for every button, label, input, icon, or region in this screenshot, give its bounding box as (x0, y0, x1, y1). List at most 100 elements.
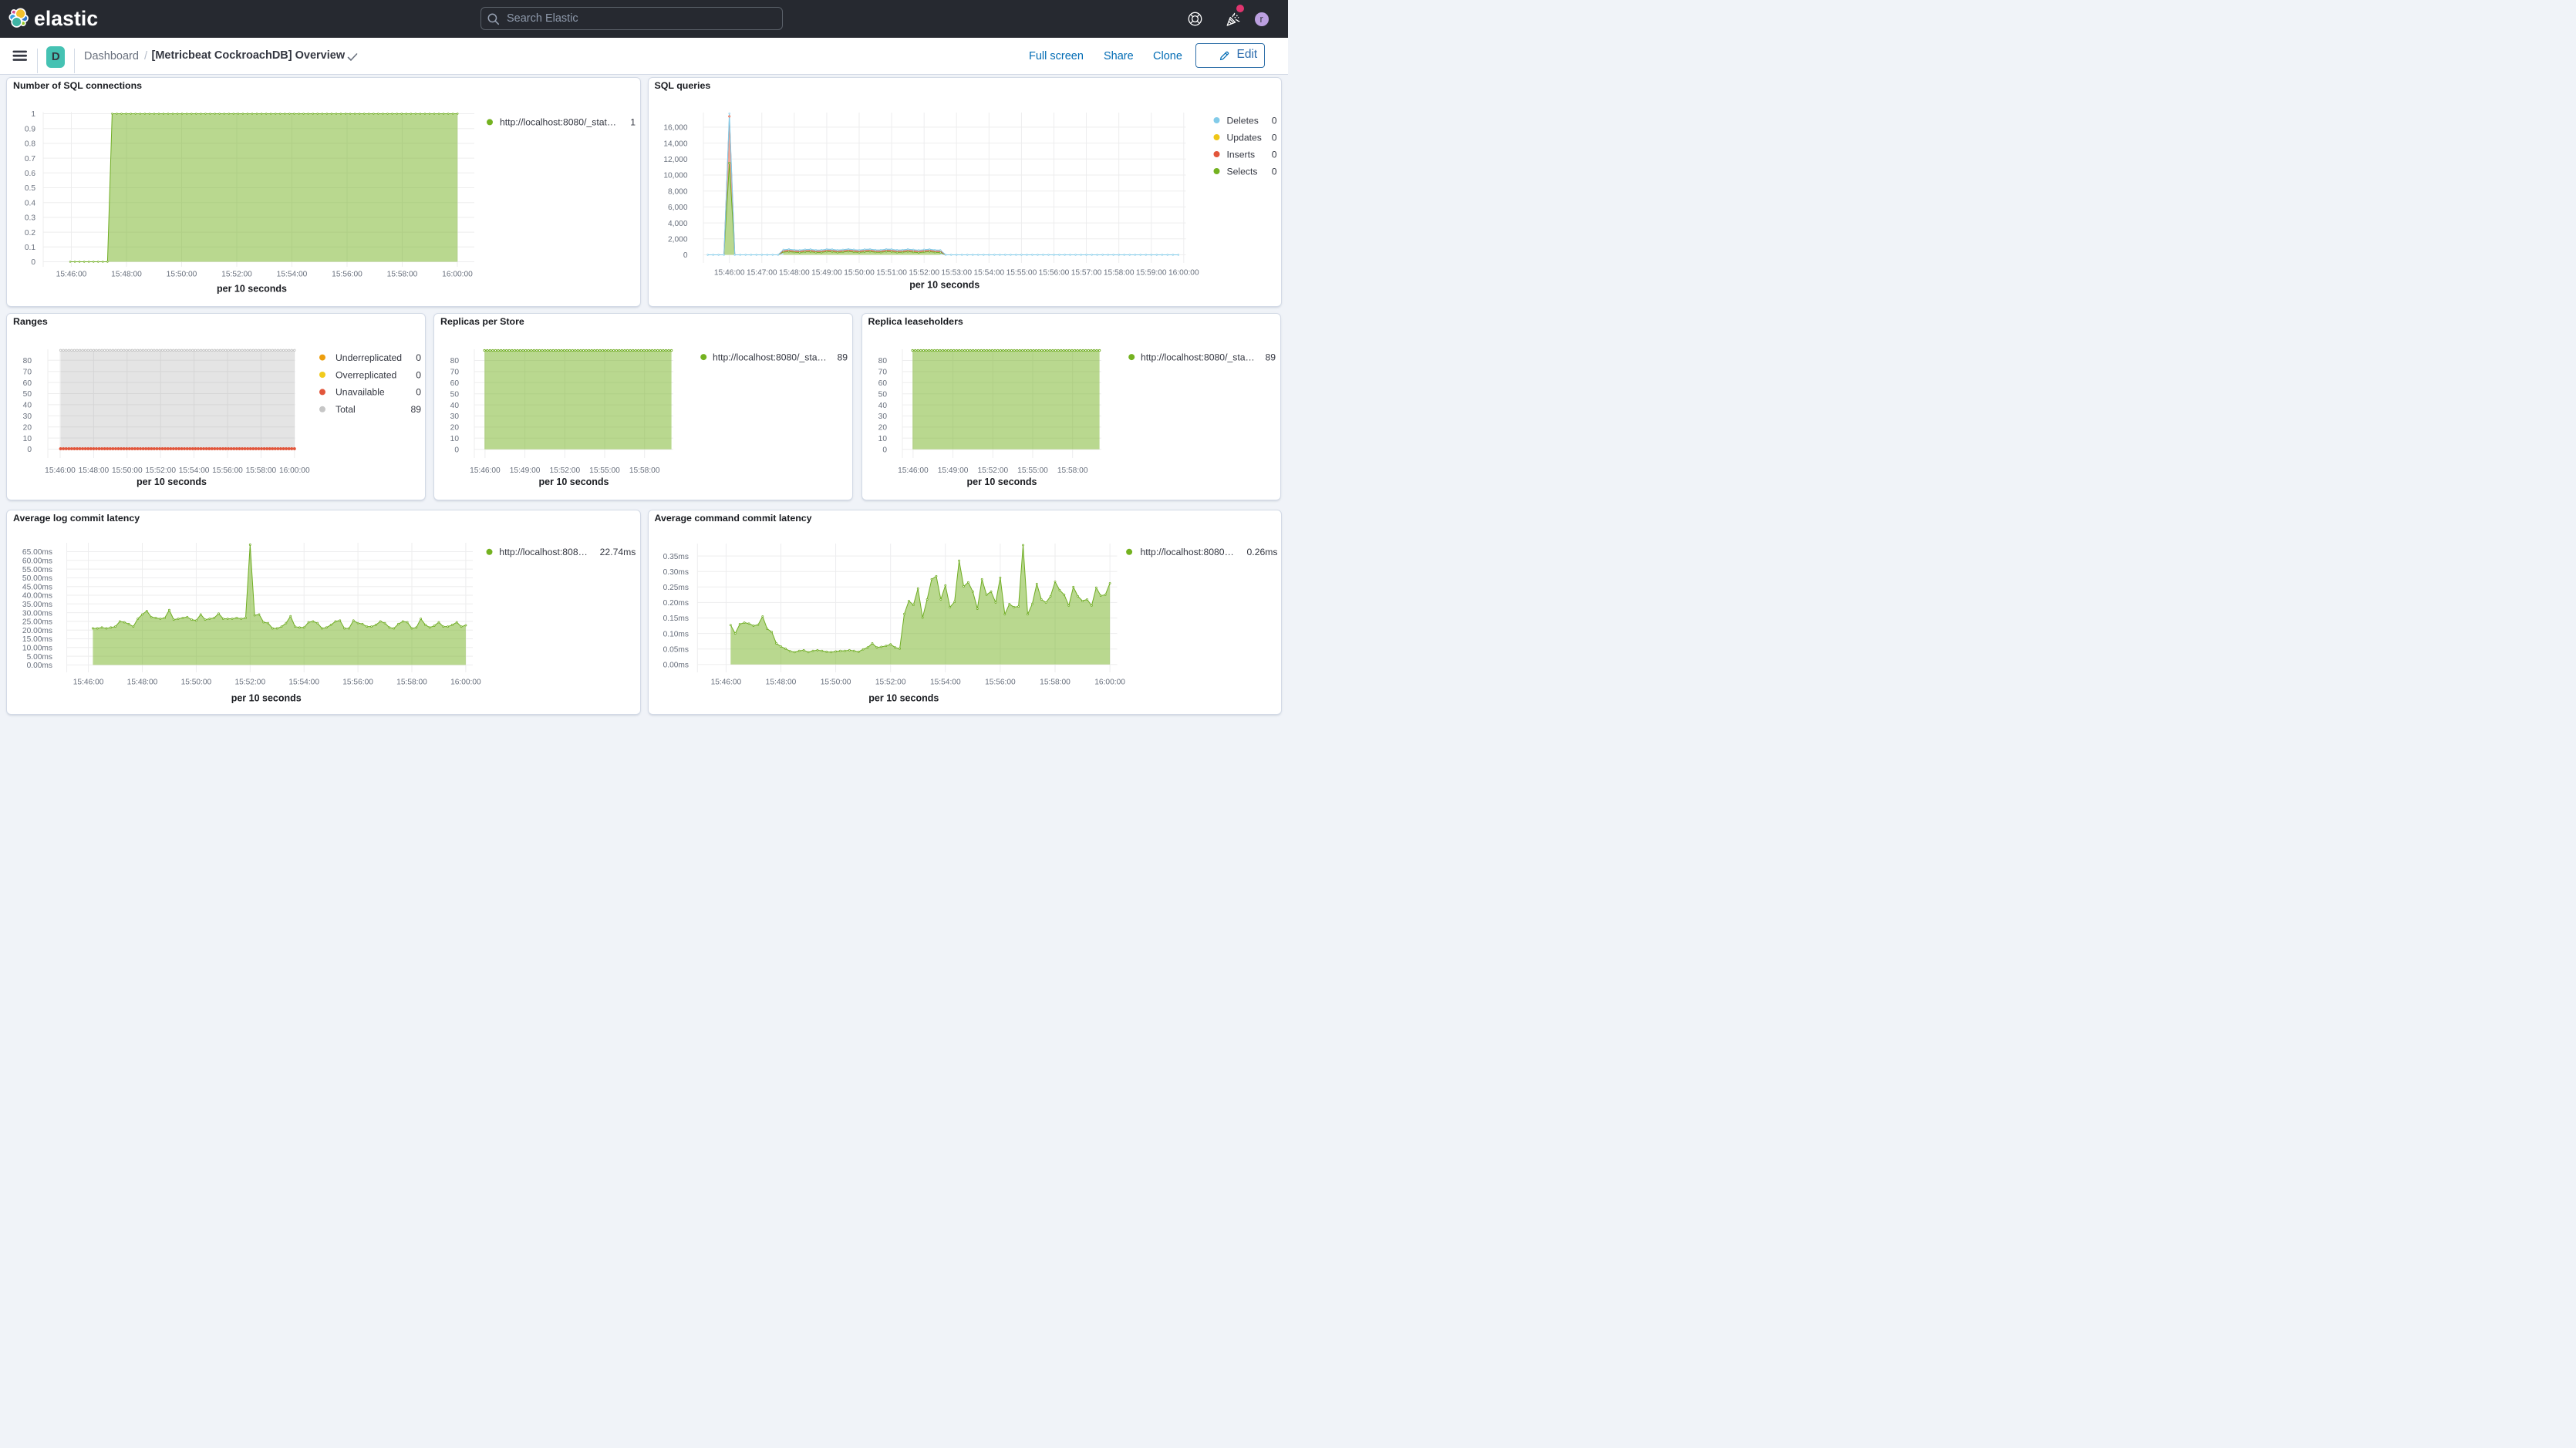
svg-text:30: 30 (23, 413, 32, 421)
svg-text:15:50:00: 15:50:00 (167, 271, 197, 279)
svg-text:15:54:00: 15:54:00 (973, 269, 1004, 278)
svg-text:Updates: Updates (1226, 132, 1261, 143)
svg-text:89: 89 (837, 352, 848, 362)
svg-text:70: 70 (878, 369, 887, 377)
svg-text:0.15ms: 0.15ms (663, 615, 688, 623)
svg-text:http://localhost:8080/_sta…: http://localhost:8080/_sta… (1141, 352, 1255, 362)
svg-text:60: 60 (23, 379, 32, 388)
svg-text:25.00ms: 25.00ms (22, 618, 52, 627)
svg-text:89: 89 (410, 404, 421, 415)
svg-text:14,000: 14,000 (663, 140, 687, 148)
svg-text:0: 0 (416, 387, 421, 398)
svg-text:89: 89 (1265, 352, 1276, 362)
svg-text:per 10 seconds: per 10 seconds (966, 476, 1037, 487)
svg-text:20: 20 (878, 424, 887, 433)
svg-text:20: 20 (23, 423, 32, 432)
svg-text:15:46:00: 15:46:00 (45, 466, 76, 475)
svg-text:0: 0 (1271, 149, 1276, 160)
svg-text:15:55:00: 15:55:00 (1006, 269, 1037, 278)
svg-text:Deletes: Deletes (1226, 115, 1258, 126)
svg-text:Selects: Selects (1226, 166, 1257, 177)
svg-text:80: 80 (878, 357, 887, 365)
svg-text:45.00ms: 45.00ms (22, 583, 52, 591)
svg-text:per 10 seconds: per 10 seconds (137, 476, 207, 487)
svg-text:0.4: 0.4 (25, 199, 35, 207)
svg-text:1: 1 (31, 110, 35, 119)
svg-text:15:54:00: 15:54:00 (288, 679, 319, 687)
svg-text:80: 80 (23, 357, 32, 365)
svg-text:http://localhost:8080…: http://localhost:8080… (1140, 547, 1233, 557)
svg-text:15:46:00: 15:46:00 (56, 271, 87, 279)
svg-text:http://localhost:808…: http://localhost:808… (499, 547, 588, 557)
svg-text:0.5: 0.5 (25, 184, 35, 193)
svg-text:per 10 seconds: per 10 seconds (909, 280, 979, 291)
svg-text:10.00ms: 10.00ms (22, 645, 52, 653)
svg-text:16:00:00: 16:00:00 (1094, 679, 1125, 687)
svg-text:0.05ms: 0.05ms (663, 645, 688, 654)
svg-text:4,000: 4,000 (668, 220, 688, 228)
svg-text:15:55:00: 15:55:00 (589, 466, 620, 475)
svg-text:70: 70 (23, 368, 32, 376)
svg-text:0: 0 (1271, 166, 1276, 177)
svg-text:15:54:00: 15:54:00 (179, 466, 210, 475)
svg-text:0.35ms: 0.35ms (663, 553, 688, 561)
svg-text:60: 60 (450, 379, 460, 388)
svg-text:0: 0 (1271, 115, 1276, 126)
svg-text:60.00ms: 60.00ms (22, 557, 52, 566)
svg-text:0.20ms: 0.20ms (663, 599, 688, 608)
svg-text:15:50:00: 15:50:00 (844, 269, 875, 278)
svg-text:15:58:00: 15:58:00 (387, 271, 418, 279)
svg-text:0: 0 (683, 251, 687, 260)
svg-text:15:51:00: 15:51:00 (876, 269, 907, 278)
svg-text:15:50:00: 15:50:00 (181, 679, 212, 687)
svg-text:per 10 seconds: per 10 seconds (217, 284, 287, 295)
svg-text:0.10ms: 0.10ms (663, 630, 688, 638)
svg-text:0.00ms: 0.00ms (663, 662, 688, 670)
svg-text:8,000: 8,000 (668, 187, 688, 196)
svg-text:60: 60 (878, 379, 887, 388)
svg-text:15:58:00: 15:58:00 (246, 466, 277, 475)
svg-text:20.00ms: 20.00ms (22, 627, 52, 635)
svg-text:15:48:00: 15:48:00 (765, 679, 796, 687)
svg-text:15:52:00: 15:52:00 (875, 679, 905, 687)
svg-text:15:49:00: 15:49:00 (510, 466, 541, 475)
svg-text:10: 10 (23, 435, 32, 443)
svg-text:0.3: 0.3 (25, 214, 35, 223)
svg-text:50: 50 (23, 390, 32, 399)
svg-text:15:54:00: 15:54:00 (277, 271, 308, 279)
svg-text:per 10 seconds: per 10 seconds (231, 693, 302, 704)
svg-text:15:49:00: 15:49:00 (937, 466, 968, 475)
svg-text:15:48:00: 15:48:00 (79, 466, 110, 475)
svg-text:0.30ms: 0.30ms (663, 568, 688, 577)
svg-text:http://localhost:8080/_stat…: http://localhost:8080/_stat… (500, 117, 616, 128)
svg-text:20: 20 (450, 424, 460, 433)
svg-text:22.74ms: 22.74ms (600, 547, 636, 557)
svg-text:1: 1 (630, 117, 636, 128)
svg-text:15:58:00: 15:58:00 (396, 679, 427, 687)
svg-text:0: 0 (416, 352, 421, 363)
svg-text:15:56:00: 15:56:00 (212, 466, 243, 475)
svg-text:16:00:00: 16:00:00 (279, 466, 310, 475)
svg-text:15:52:00: 15:52:00 (549, 466, 580, 475)
svg-text:55.00ms: 55.00ms (22, 566, 52, 574)
svg-text:15:52:00: 15:52:00 (909, 269, 939, 278)
svg-text:10: 10 (878, 435, 887, 443)
svg-text:15:56:00: 15:56:00 (1038, 269, 1069, 278)
svg-text:Total: Total (335, 404, 356, 415)
svg-text:5.00ms: 5.00ms (27, 653, 52, 662)
svg-text:16:00:00: 16:00:00 (442, 271, 473, 279)
svg-text:15.00ms: 15.00ms (22, 635, 52, 644)
svg-text:50: 50 (450, 390, 460, 399)
svg-text:0.1: 0.1 (25, 244, 35, 252)
svg-text:0: 0 (416, 369, 421, 380)
svg-text:15:46:00: 15:46:00 (710, 679, 741, 687)
svg-text:15:56:00: 15:56:00 (332, 271, 362, 279)
svg-text:40: 40 (23, 402, 32, 410)
svg-text:15:55:00: 15:55:00 (1017, 466, 1048, 475)
svg-text:0: 0 (1271, 132, 1276, 143)
svg-text:0.00ms: 0.00ms (27, 662, 52, 670)
svg-text:0.26ms: 0.26ms (1246, 547, 1277, 557)
svg-text:15:58:00: 15:58:00 (1040, 679, 1071, 687)
svg-text:16:00:00: 16:00:00 (450, 679, 481, 687)
svg-text:70: 70 (450, 369, 460, 377)
